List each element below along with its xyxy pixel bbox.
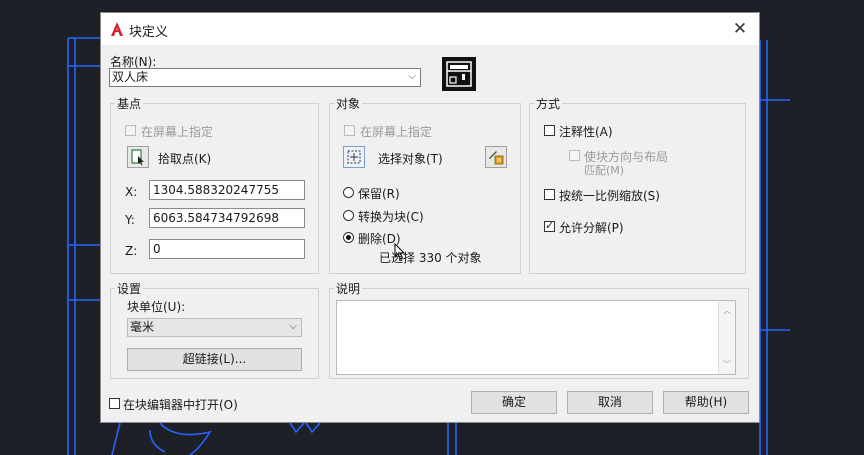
scale-uniformly-checkbox[interactable] bbox=[544, 189, 555, 200]
annotative-label: 注释性(A) bbox=[559, 125, 613, 139]
basepoint-specify-label: 在屏幕上指定 bbox=[141, 125, 214, 139]
cancel-button[interactable]: 取消 bbox=[567, 391, 653, 414]
x-label: X: bbox=[125, 185, 138, 199]
objects-specify-checkbox[interactable] bbox=[344, 125, 355, 136]
objects-group-title: 对象 bbox=[334, 95, 363, 112]
basepoint-specify-checkbox[interactable] bbox=[125, 125, 136, 136]
retain-label: 保留(R) bbox=[358, 187, 400, 201]
y-label: Y: bbox=[125, 213, 135, 227]
quick-select-button[interactable] bbox=[485, 146, 507, 168]
objects-specify-label: 在屏幕上指定 bbox=[360, 125, 433, 139]
open-in-editor-checkbox[interactable] bbox=[109, 398, 120, 409]
check-icon: ✓ bbox=[545, 219, 555, 232]
convert-to-block-label: 转换为块(C) bbox=[358, 210, 424, 224]
behavior-group-title: 方式 bbox=[534, 95, 563, 112]
block-unit-label: 块单位(U): bbox=[127, 300, 186, 314]
quick-select-icon bbox=[489, 151, 504, 165]
ok-button[interactable]: 确定 bbox=[471, 391, 557, 414]
chevron-down-icon: ⌵ bbox=[408, 71, 416, 82]
select-objects-icon bbox=[347, 150, 361, 164]
match-orientation-label-line2: 匹配(M) bbox=[584, 164, 625, 177]
retain-radio[interactable] bbox=[343, 187, 354, 198]
close-button[interactable]: ✕ bbox=[729, 18, 751, 40]
allow-explode-checkbox[interactable]: ✓ bbox=[544, 219, 555, 232]
annotative-checkbox[interactable] bbox=[544, 125, 555, 136]
selected-count-text: 已选择 330 个对象 bbox=[379, 251, 482, 265]
pick-point-icon bbox=[131, 149, 144, 166]
select-objects-label: 选择对象(T) bbox=[378, 152, 443, 166]
block-definition-dialog: 块定义 ✕ 名称(N): 双人床 ⌵ 基点 在屏幕上指定 拾取点(K) X: 1… bbox=[100, 12, 760, 423]
description-group-title: 说明 bbox=[334, 280, 363, 297]
help-button[interactable]: 帮助(H) bbox=[663, 391, 749, 414]
match-orientation-checkbox[interactable] bbox=[569, 150, 580, 161]
open-in-editor-label: 在块编辑器中打开(O) bbox=[123, 398, 238, 412]
block-unit-combobox[interactable]: 毫米 ⌵ bbox=[127, 318, 302, 337]
scroll-up-icon[interactable]: ︿ bbox=[723, 305, 731, 316]
pick-point-label: 拾取点(K) bbox=[158, 152, 212, 166]
y-coordinate-field[interactable]: 6063.584734792698 bbox=[149, 208, 305, 228]
pick-point-button[interactable] bbox=[127, 146, 149, 168]
description-scrollbar[interactable]: ︿ ﹀ bbox=[718, 301, 735, 374]
z-label: Z: bbox=[125, 244, 138, 258]
scroll-down-icon[interactable]: ﹀ bbox=[723, 359, 731, 370]
block-preview-icon bbox=[442, 57, 476, 91]
select-objects-button[interactable] bbox=[343, 146, 365, 168]
basepoint-group-title: 基点 bbox=[115, 95, 144, 112]
z-coordinate-field[interactable]: 0 bbox=[149, 239, 305, 259]
convert-to-block-radio[interactable] bbox=[343, 210, 354, 221]
block-unit-value: 毫米 bbox=[130, 320, 155, 334]
block-name-value: 双人床 bbox=[112, 70, 149, 84]
x-coordinate-field[interactable]: 1304.588320247755 bbox=[149, 180, 305, 200]
radio-selected-dot bbox=[346, 235, 351, 240]
allow-explode-label: 允许分解(P) bbox=[559, 221, 624, 235]
hyperlink-button[interactable]: 超链接(L)... bbox=[127, 348, 302, 371]
title-bar: 块定义 ✕ bbox=[101, 13, 759, 45]
scale-uniformly-label: 按统一比例缩放(S) bbox=[559, 189, 660, 203]
delete-radio[interactable] bbox=[343, 232, 354, 243]
chevron-down-icon: ⌵ bbox=[289, 321, 297, 332]
dialog-title: 块定义 bbox=[129, 25, 169, 40]
description-textarea[interactable]: ︿ ﹀ bbox=[336, 300, 736, 375]
autocad-logo-icon bbox=[111, 22, 123, 36]
settings-group-title: 设置 bbox=[115, 280, 144, 297]
block-name-combobox[interactable]: 双人床 ⌵ bbox=[109, 68, 421, 87]
